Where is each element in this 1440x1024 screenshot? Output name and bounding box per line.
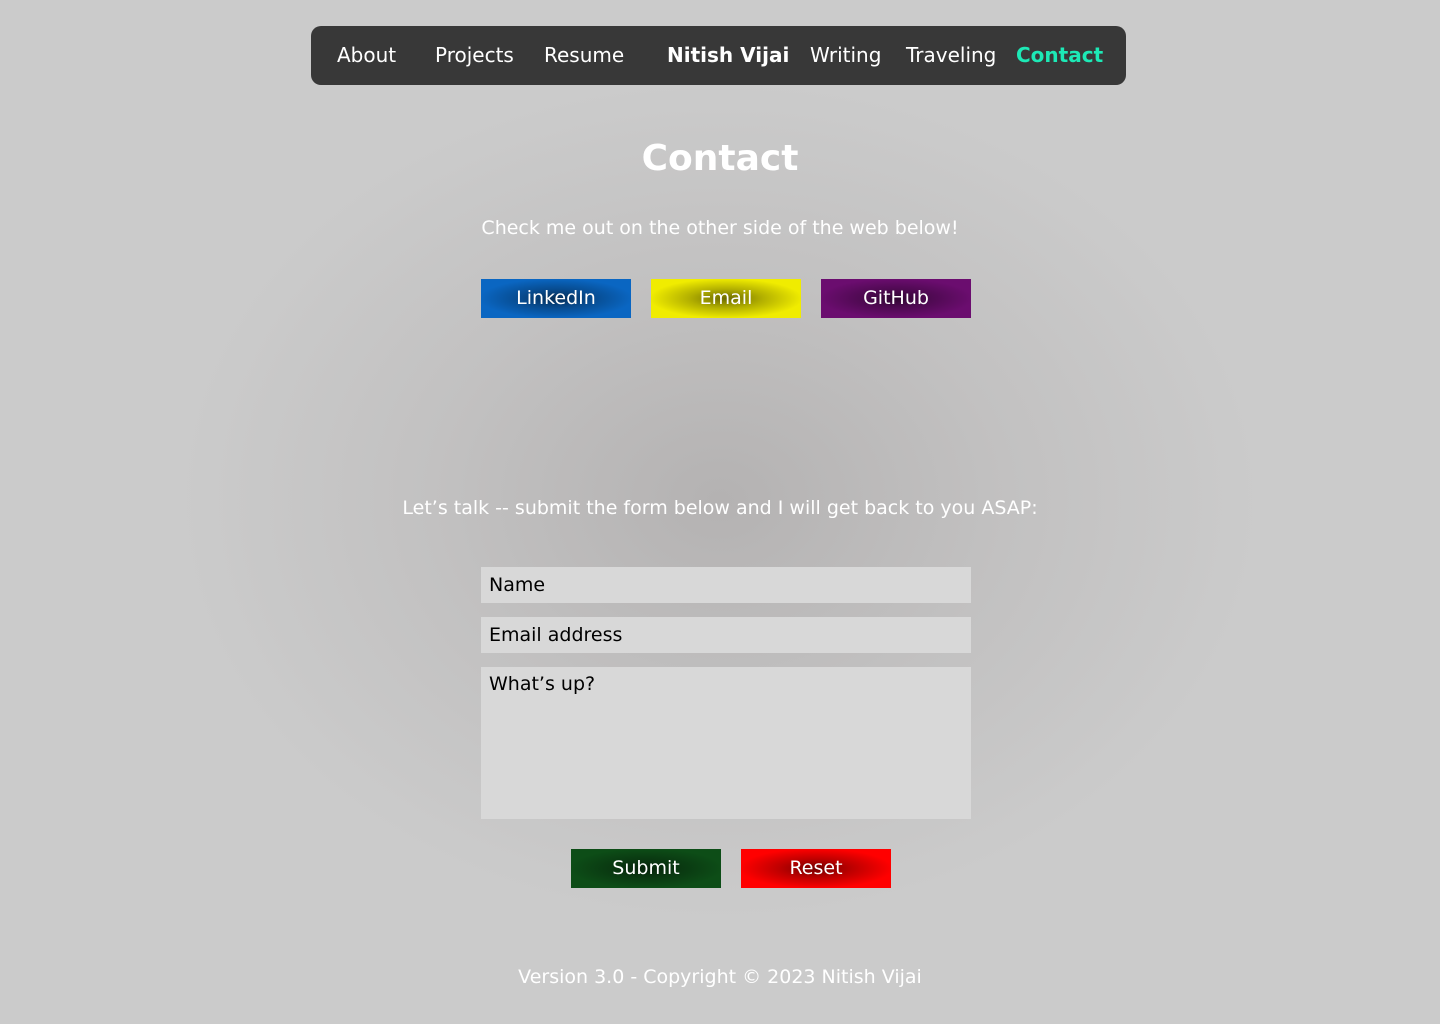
github-button[interactable]: GitHub [821, 279, 971, 318]
reset-button[interactable]: Reset [741, 849, 891, 888]
footer-copyright: Version 3.0 - Copyright © 2023 Nitish Vi… [518, 966, 922, 988]
nav-writing-link[interactable]: Writing [810, 26, 881, 85]
nav-traveling-link[interactable]: Traveling [906, 26, 996, 85]
linkedin-button[interactable]: LinkedIn [481, 279, 631, 318]
submit-button[interactable]: Submit [571, 849, 721, 888]
name-input[interactable] [481, 567, 971, 603]
email-button[interactable]: Email [651, 279, 801, 318]
top-navbar: About Projects Resume Nitish Vijai Writi… [311, 26, 1126, 85]
contact-intro-text: Check me out on the other side of the we… [481, 217, 959, 239]
nav-projects-link[interactable]: Projects [435, 26, 514, 85]
nav-about-link[interactable]: About [337, 26, 396, 85]
nav-resume-link[interactable]: Resume [544, 26, 624, 85]
nav-contact-link[interactable]: Contact [1016, 26, 1103, 85]
message-textarea[interactable] [481, 667, 971, 819]
page-title: Contact [641, 138, 799, 179]
email-input[interactable] [481, 617, 971, 653]
form-intro-text: Let’s talk -- submit the form below and … [402, 497, 1038, 519]
nav-brand-link[interactable]: Nitish Vijai [667, 26, 789, 85]
